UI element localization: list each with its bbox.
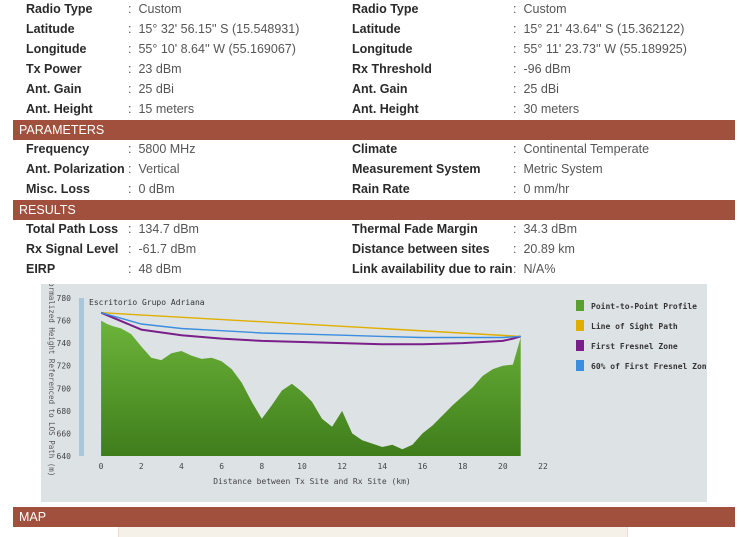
row-polarization: Ant. Polarization : Vertical Measurement …: [0, 160, 748, 180]
availability-value: : N/A%: [513, 262, 556, 276]
site-b-radio-type-value: : Custom: [513, 2, 567, 16]
site-b-rx-threshold-value: : -96 dBm: [513, 62, 571, 76]
availability-label: Link availability due to rain: [352, 262, 513, 276]
site-b-latitude-value: :15° 21' 43.64'' S (15.362122): [513, 22, 685, 36]
legend-label: 60% of First Fresnel Zone: [591, 361, 707, 371]
y-tick-label: 780: [57, 294, 72, 303]
row-eirp: EIRP :48 dBm Link availability due to ra…: [0, 260, 748, 280]
legend-swatch: [576, 340, 584, 351]
x-tick-label: 22: [538, 462, 548, 471]
site-a-tx-power-value: :23 dBm: [128, 62, 182, 76]
site-b-latitude-label: Latitude: [352, 22, 401, 36]
distance-label: Distance between sites: [352, 242, 490, 256]
site-a-longitude-value: :55° 10' 8.64'' W (55.169067): [128, 42, 296, 56]
x-tick-label: 16: [418, 462, 428, 471]
x-tick-label: 18: [458, 462, 468, 471]
row-path-loss: Total Path Loss :134.7 dBm Thermal Fade …: [0, 220, 748, 240]
site-a-ant-gain-label: Ant. Gain: [26, 82, 82, 96]
y-tick-label: 660: [57, 429, 72, 438]
row-power: Tx Power :23 dBm Rx Threshold : -96 dBm: [0, 60, 748, 80]
row-latitude: Latitude :15° 32' 56.15'' S (15.548931) …: [0, 20, 748, 40]
distance-value: :20.89 km: [513, 242, 575, 256]
path-loss-label: Total Path Loss: [26, 222, 119, 236]
misc-loss-value: :0 dBm: [128, 182, 175, 196]
row-longitude: Longitude :55° 10' 8.64'' W (55.169067) …: [0, 40, 748, 60]
x-tick-label: 2: [139, 462, 144, 471]
legend-swatch: [576, 300, 584, 311]
x-tick-label: 12: [337, 462, 347, 471]
y-tick-label: 640: [57, 452, 72, 461]
site-a-ant-gain-value: :25 dBi: [128, 82, 174, 96]
site-b-longitude-value: :55° 11' 23.73'' W (55.189925): [513, 42, 687, 56]
x-tick-label: 4: [179, 462, 184, 471]
y-axis-band: [79, 298, 84, 456]
rx-level-value: : -61.7 dBm: [128, 242, 197, 256]
site-b-ant-gain-value: :25 dBi: [513, 82, 559, 96]
eirp-label: EIRP: [26, 262, 56, 276]
eirp-value: :48 dBm: [128, 262, 182, 276]
y-axis-label: Normalized Height Referenced to LOS Path…: [47, 284, 56, 476]
measurement-system-label: Measurement System: [352, 162, 481, 176]
site-b-ant-height-label: Ant. Height: [352, 102, 419, 116]
legend-label: Line of Sight Path: [591, 321, 678, 331]
site-a-radio-type-label: Radio Type: [26, 2, 93, 16]
row-radio-type: Radio Type : Custom Radio Type : Custom: [0, 0, 748, 20]
site-a-latitude-label: Latitude: [26, 22, 75, 36]
rain-rate-label: Rain Rate: [352, 182, 410, 196]
climate-value: : Continental Temperate: [513, 142, 650, 156]
fade-margin-value: :34.3 dBm: [513, 222, 577, 236]
y-tick-label: 680: [57, 407, 72, 416]
x-tick-label: 20: [498, 462, 508, 471]
site-b-longitude-label: Longitude: [352, 42, 413, 56]
parameters-section-header: PARAMETERS: [13, 120, 735, 140]
path-profile-chart: 640 660 680 700 720 740 760 780 0 2 4 6 8 10 12 14 16 18 2…: [41, 278, 712, 502]
site-a-ant-height-label: Ant. Height: [26, 102, 93, 116]
y-tick-label: 760: [57, 317, 72, 326]
polarization-value: : Vertical: [128, 162, 180, 176]
site-a-radio-type-value: : Custom: [128, 2, 182, 16]
frequency-label: Frequency: [26, 142, 90, 156]
x-tick-label: 10: [297, 462, 307, 471]
row-misc-loss: Misc. Loss :0 dBm Rain Rate :0 mm/hr: [0, 180, 748, 200]
legend-swatch: [576, 360, 584, 371]
rx-level-label: Rx Signal Level: [26, 242, 119, 256]
site-b-ant-height-value: :30 meters: [513, 102, 580, 116]
misc-loss-label: Misc. Loss: [26, 182, 90, 196]
row-ant-height: Ant. Height :15 meters Ant. Height :30 m…: [0, 100, 748, 120]
site-a-ant-height-value: :15 meters: [128, 102, 195, 116]
path-loss-value: :134.7 dBm: [128, 222, 199, 236]
site-b-rx-threshold-label: Rx Threshold: [352, 62, 432, 76]
climate-label: Climate: [352, 142, 398, 156]
x-axis-label: Distance between Tx Site and Rx Site (km…: [213, 477, 410, 486]
row-frequency: Frequency :5800 MHz Climate : Continental…: [0, 140, 748, 160]
x-tick-label: 0: [99, 462, 104, 471]
y-tick-label: 700: [57, 384, 72, 393]
x-tick-label: 8: [259, 462, 264, 471]
site-a-tx-power-label: Tx Power: [26, 62, 82, 76]
legend-swatch: [576, 320, 584, 331]
map-view[interactable]: [118, 527, 628, 537]
site-b-radio-type-label: Radio Type: [352, 2, 419, 16]
x-tick-label: 14: [377, 462, 387, 471]
measurement-system-value: : Metric System: [513, 162, 603, 176]
y-tick-label: 740: [57, 339, 72, 348]
results-section-header: RESULTS: [13, 200, 735, 220]
site-label: Escritorio Grupo Adriana: [89, 298, 205, 307]
fade-margin-label: Thermal Fade Margin: [352, 222, 478, 236]
row-rx-level: Rx Signal Level : -61.7 dBm Distance betw…: [0, 240, 748, 260]
frequency-value: :5800 MHz: [128, 142, 196, 156]
site-a-longitude-label: Longitude: [26, 42, 87, 56]
x-tick-label: 6: [219, 462, 224, 471]
row-ant-gain: Ant. Gain :25 dBi Ant. Gain :25 dBi: [0, 80, 748, 100]
site-a-latitude-value: :15° 32' 56.15'' S (15.548931): [128, 22, 300, 36]
legend-label: First Fresnel Zone: [591, 341, 678, 351]
polarization-label: Ant. Polarization: [26, 162, 125, 176]
y-tick-label: 720: [57, 362, 72, 371]
site-b-ant-gain-label: Ant. Gain: [352, 82, 408, 96]
legend-label: Point-to-Point Profile: [591, 301, 697, 311]
rain-rate-value: :0 mm/hr: [513, 182, 570, 196]
map-section-header: MAP: [13, 507, 735, 527]
path-profile-chart-svg: 640 660 680 700 720 740 760 780 0 2 4 6 8 10 12 14 16 18 2…: [47, 278, 712, 486]
